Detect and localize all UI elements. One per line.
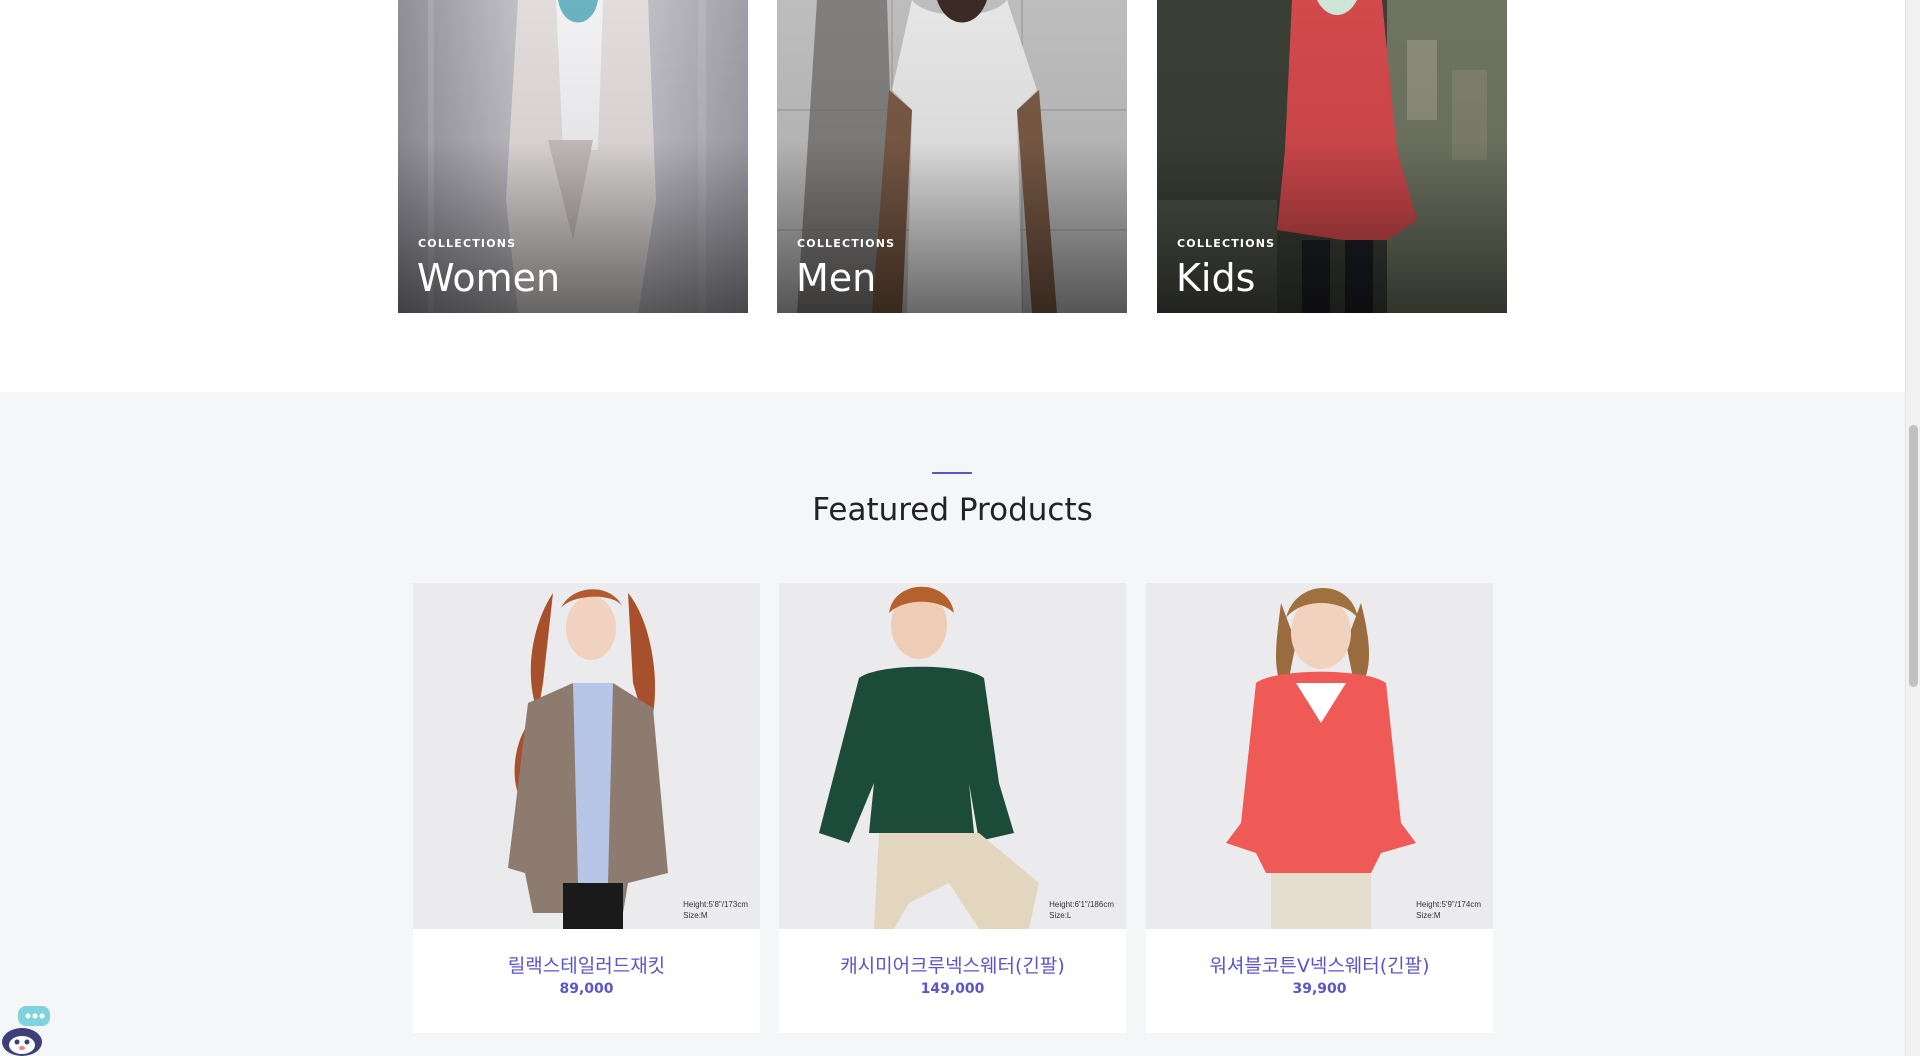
product-price: 39,900 [1292,981,1347,997]
product-image: Height:5'9"/174cm Size:M [1146,583,1493,929]
model-size-note: Size:M [683,911,708,920]
collection-card-men[interactable]: COLLECTIONS Men [777,0,1127,313]
collection-card-kids[interactable]: COLLECTIONS Kids [1157,0,1507,313]
product-card[interactable]: Height:5'8"/173cm Size:M 릴랙스테일러드재킷 89,00… [413,583,760,1033]
model-size-note: Size:M [1416,911,1441,920]
collection-kicker: COLLECTIONS [797,237,896,250]
product-name[interactable]: 릴랙스테일러드재킷 [413,951,760,978]
collection-title: Men [796,256,877,300]
model-height-note: Height:5'9"/174cm [1416,900,1481,909]
product-price: 89,000 [559,981,614,997]
product-card[interactable]: Height:5'9"/174cm Size:M 워셔블코튼V넥스웨터(긴팔) … [1146,583,1493,1033]
section-accent-line [932,472,972,474]
page: COLLECTIONS Women COLLECTIONS Men COLLEC… [0,0,1920,1056]
model-height-note: Height:5'8"/173cm [683,900,748,909]
collection-kicker: COLLECTIONS [1177,237,1276,250]
model-height-note: Height:6'1"/186cm [1049,900,1114,909]
chatbot-icon [2,1006,50,1056]
collection-title: Women [417,256,561,300]
product-name[interactable]: 워셔블코튼V넥스웨터(긴팔) [1146,951,1493,978]
collection-title: Kids [1176,256,1256,300]
product-price: 149,000 [920,981,985,997]
product-image: Height:5'8"/173cm Size:M [413,583,760,929]
product-card[interactable]: Height:6'1"/186cm Size:L 캐시미어크루넥스웨터(긴팔) … [779,583,1126,1033]
featured-products-section: Featured Products Height:5'8"/173cm Size… [0,392,1905,1056]
section-title: Featured Products [812,492,1093,528]
product-name[interactable]: 캐시미어크루넥스웨터(긴팔) [779,951,1126,978]
collection-kicker: COLLECTIONS [418,237,517,250]
page-scrollbar[interactable] [1905,0,1920,1056]
collections-section: COLLECTIONS Women COLLECTIONS Men COLLEC… [0,0,1905,392]
model-size-note: Size:L [1049,911,1072,920]
collection-card-women[interactable]: COLLECTIONS Women [398,0,748,313]
scrollbar-thumb[interactable] [1909,425,1918,687]
product-image: Height:6'1"/186cm Size:L [779,583,1126,929]
chatbot-button[interactable] [0,1000,56,1056]
